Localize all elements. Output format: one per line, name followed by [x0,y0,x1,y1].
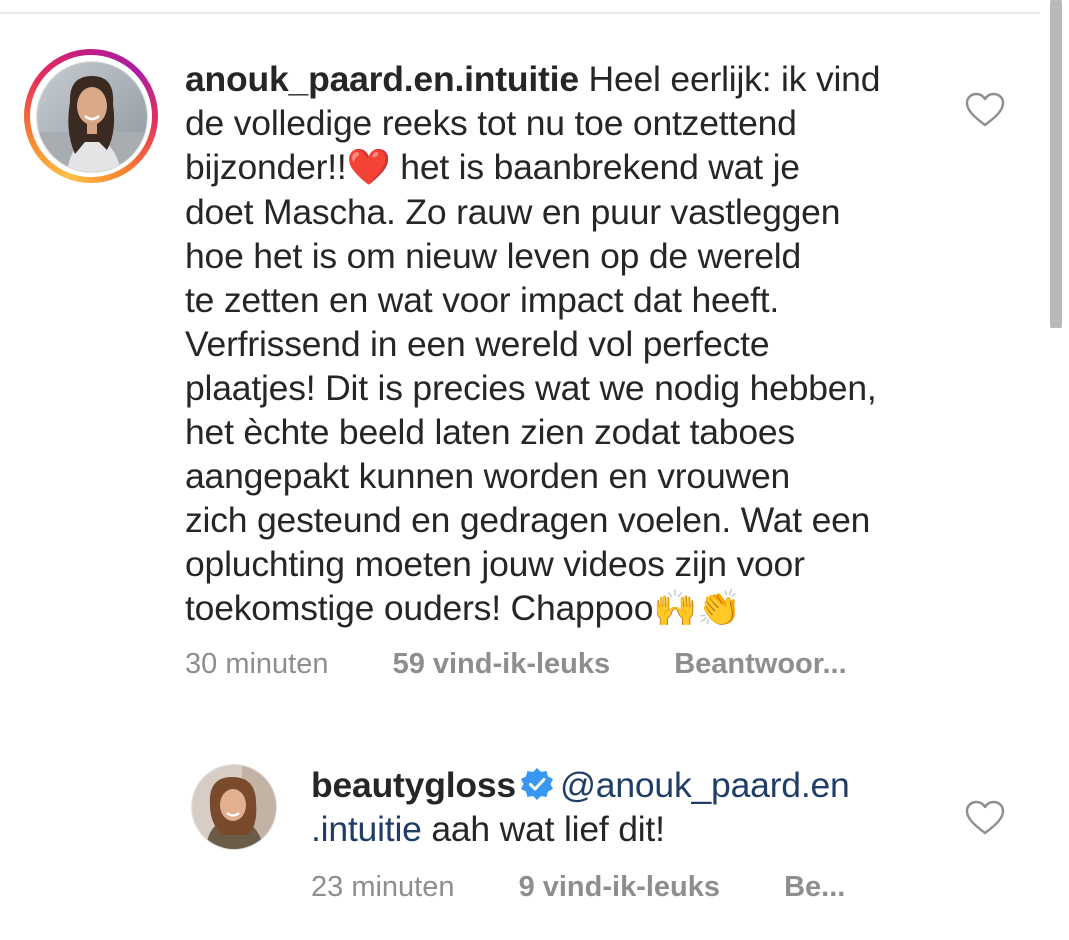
scrollbar[interactable] [1050,0,1062,328]
avatar[interactable] [36,61,148,173]
comment-text-line: de volledige reeks tot nu toe ontzettend [185,103,797,143]
comment-text-line: het is baanbrekend wat je [390,147,800,187]
heart-outline-icon[interactable] [965,800,1005,836]
verified-badge-icon [520,768,553,800]
comment-body: anouk_paard.en.intuitie Heel eerlijk: ik… [185,57,985,631]
comment-username[interactable]: beautygloss [311,765,516,805]
comment-text-line: het èchte beeld laten zien zodat taboes [185,412,795,452]
divider [0,12,1040,14]
comment-text-line: Heel eerlijk: ik vind [578,59,881,99]
comment-text-line: toekomstige ouders! Chappoo [185,588,654,628]
comment-time: 23 minuten [311,871,455,903]
red-heart-emoji: ❤️ [346,147,391,188]
mention-link[interactable]: @anouk_paard.en [560,765,850,805]
reply-button[interactable]: Be... [784,871,845,903]
comment-text-line: hoe het is om nieuw leven op de wereld [185,236,802,276]
comment-text-line: bijzonder!! [185,147,347,187]
comment-meta: 23 minuten 9 vind-ik-leuks Be... [311,871,845,904]
likes-count[interactable]: 59 vind-ik-leuks [393,648,611,680]
comment-text-line: opluchting moeten jouw videos zijn voor [185,544,805,584]
comment-text-line: aah wat lief dit! [421,809,665,849]
comment-text-line: Verfrissend in een wereld vol perfecte [185,324,770,364]
comment-text-line: doet Mascha. Zo rauw en puur vastleggen [185,192,841,232]
comment-text-line: zich gesteund en gedragen voelen. Wat ee… [185,500,871,540]
comment-username[interactable]: anouk_paard.en.intuitie [185,59,579,99]
comment-time: 30 minuten [185,648,329,680]
likes-count[interactable]: 9 vind-ik-leuks [519,871,720,903]
story-ring-avatar[interactable] [24,49,158,183]
reply-button[interactable]: Beantwoor... [674,648,846,680]
comment-text-line: aangepakt kunnen worden en vrouwen [185,456,791,496]
comment-text-line: plaatjes! Dit is precies wat we nodig he… [185,368,877,408]
avatar[interactable] [191,764,277,850]
mention-link[interactable]: .intuitie [311,809,422,849]
heart-outline-icon[interactable] [965,92,1005,128]
comment-meta: 30 minuten 59 vind-ik-leuks Beantwoor... [185,648,847,681]
clapping-emojis: 🙌👏 [653,588,742,629]
comment-text-line: te zetten en wat voor impact dat heeft. [185,280,780,320]
comment-body: beautygloss @anouk_paard.en .intuitie aa… [311,763,931,851]
